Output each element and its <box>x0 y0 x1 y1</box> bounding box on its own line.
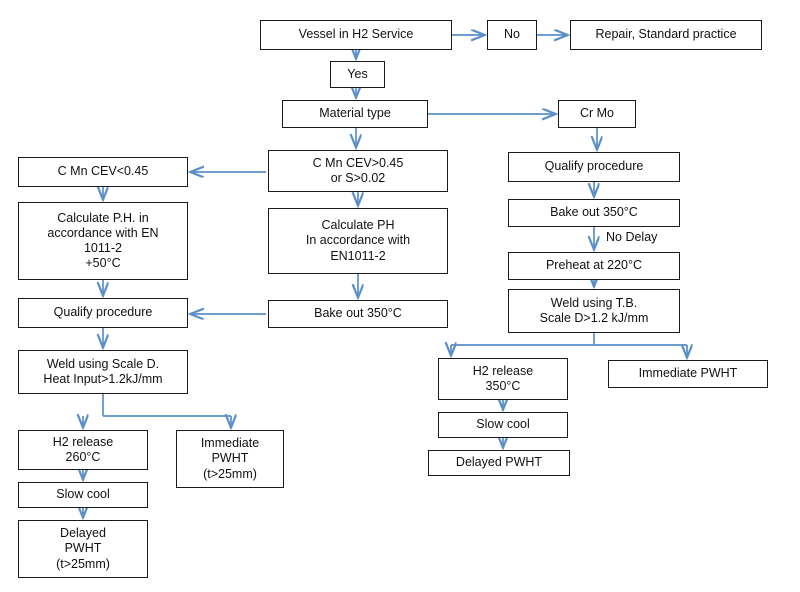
node-label: Delayed PWHT (t>25mm) <box>56 526 110 571</box>
edge-label-no-delay: No Delay <box>604 230 660 244</box>
node-cmn-cev-less-than[interactable]: C Mn CEV<0.45 <box>18 157 188 187</box>
node-bake-out-350-crmo[interactable]: Bake out 350°C <box>508 199 680 227</box>
node-qualify-procedure-crmo[interactable]: Qualify procedure <box>508 152 680 182</box>
node-label: Qualify procedure <box>53 305 153 320</box>
node-qualify-procedure-cmn[interactable]: Qualify procedure <box>18 298 188 328</box>
node-label: Material type <box>319 106 391 121</box>
node-calculate-ph-en1011-2-plus50[interactable]: Calculate P.H. in accordance with EN 101… <box>18 202 188 280</box>
node-vessel-in-h2-service[interactable]: Vessel in H2 Service <box>260 20 452 50</box>
node-h2-release-260[interactable]: H2 release 260°C <box>18 430 148 470</box>
node-label: Calculate PH In accordance with EN1011-2 <box>305 218 411 263</box>
branch-trunk-weldscaled <box>102 394 231 417</box>
node-label: Weld using T.B. Scale D>1.2 kJ/mm <box>539 295 649 325</box>
node-label: Delayed PWHT <box>455 455 543 470</box>
node-label: Immediate PWHT (t>25mm) <box>200 436 260 481</box>
node-label: Slow cool <box>56 487 110 502</box>
node-h2-release-350[interactable]: H2 release 350°C <box>438 358 568 400</box>
node-label: Bake out 350°C <box>550 205 638 220</box>
branch-trunk-weldtb <box>451 333 687 346</box>
flowchart-canvas: Vessel in H2 Service No Repair, Standard… <box>0 0 800 592</box>
node-label: H2 release 350°C <box>472 363 534 393</box>
node-cr-mo[interactable]: Cr Mo <box>558 100 636 128</box>
node-slow-cool-crmo[interactable]: Slow cool <box>438 412 568 438</box>
node-preheat-at-220[interactable]: Preheat at 220°C <box>508 252 680 280</box>
node-calculate-ph-en1011-2[interactable]: Calculate PH In accordance with EN1011-2 <box>268 208 448 274</box>
node-label: C Mn CEV<0.45 <box>57 164 149 179</box>
node-repair-standard-practice[interactable]: Repair, Standard practice <box>570 20 762 50</box>
node-label: H2 release 260°C <box>52 434 114 464</box>
node-cmn-cev-greater-than[interactable]: C Mn CEV>0.45 or S>0.02 <box>268 150 448 192</box>
node-material-type[interactable]: Material type <box>282 100 428 128</box>
edge-label-text: No Delay <box>606 230 658 244</box>
node-no[interactable]: No <box>487 20 537 50</box>
node-bake-out-350-cmn[interactable]: Bake out 350°C <box>268 300 448 328</box>
node-label: Preheat at 220°C <box>545 258 643 273</box>
node-label: No <box>504 27 520 42</box>
node-slow-cool-cmn[interactable]: Slow cool <box>18 482 148 508</box>
node-label: Yes <box>347 66 368 81</box>
node-weld-using-scale-d[interactable]: Weld using Scale D. Heat Input>1.2kJ/mm <box>18 350 188 394</box>
node-weld-using-tb-scale-d[interactable]: Weld using T.B. Scale D>1.2 kJ/mm <box>508 289 680 333</box>
node-label: Slow cool <box>476 417 530 432</box>
node-label: Calculate P.H. in accordance with EN 101… <box>47 210 159 271</box>
node-label: Vessel in H2 Service <box>298 27 414 42</box>
node-label: C Mn CEV>0.45 or S>0.02 <box>312 155 404 185</box>
node-immediate-pwht-crmo[interactable]: Immediate PWHT <box>608 360 768 388</box>
node-label: Repair, Standard practice <box>595 27 737 42</box>
node-label: Immediate PWHT <box>638 366 738 381</box>
node-immediate-pwht-cmn[interactable]: Immediate PWHT (t>25mm) <box>176 430 284 488</box>
node-delayed-pwht-cmn[interactable]: Delayed PWHT (t>25mm) <box>18 520 148 578</box>
node-delayed-pwht-crmo[interactable]: Delayed PWHT <box>428 450 570 476</box>
node-yes[interactable]: Yes <box>330 61 385 88</box>
node-label: Qualify procedure <box>544 159 644 174</box>
node-label: Weld using Scale D. Heat Input>1.2kJ/mm <box>43 356 163 386</box>
node-label: Bake out 350°C <box>314 306 402 321</box>
node-label: Cr Mo <box>579 106 615 121</box>
